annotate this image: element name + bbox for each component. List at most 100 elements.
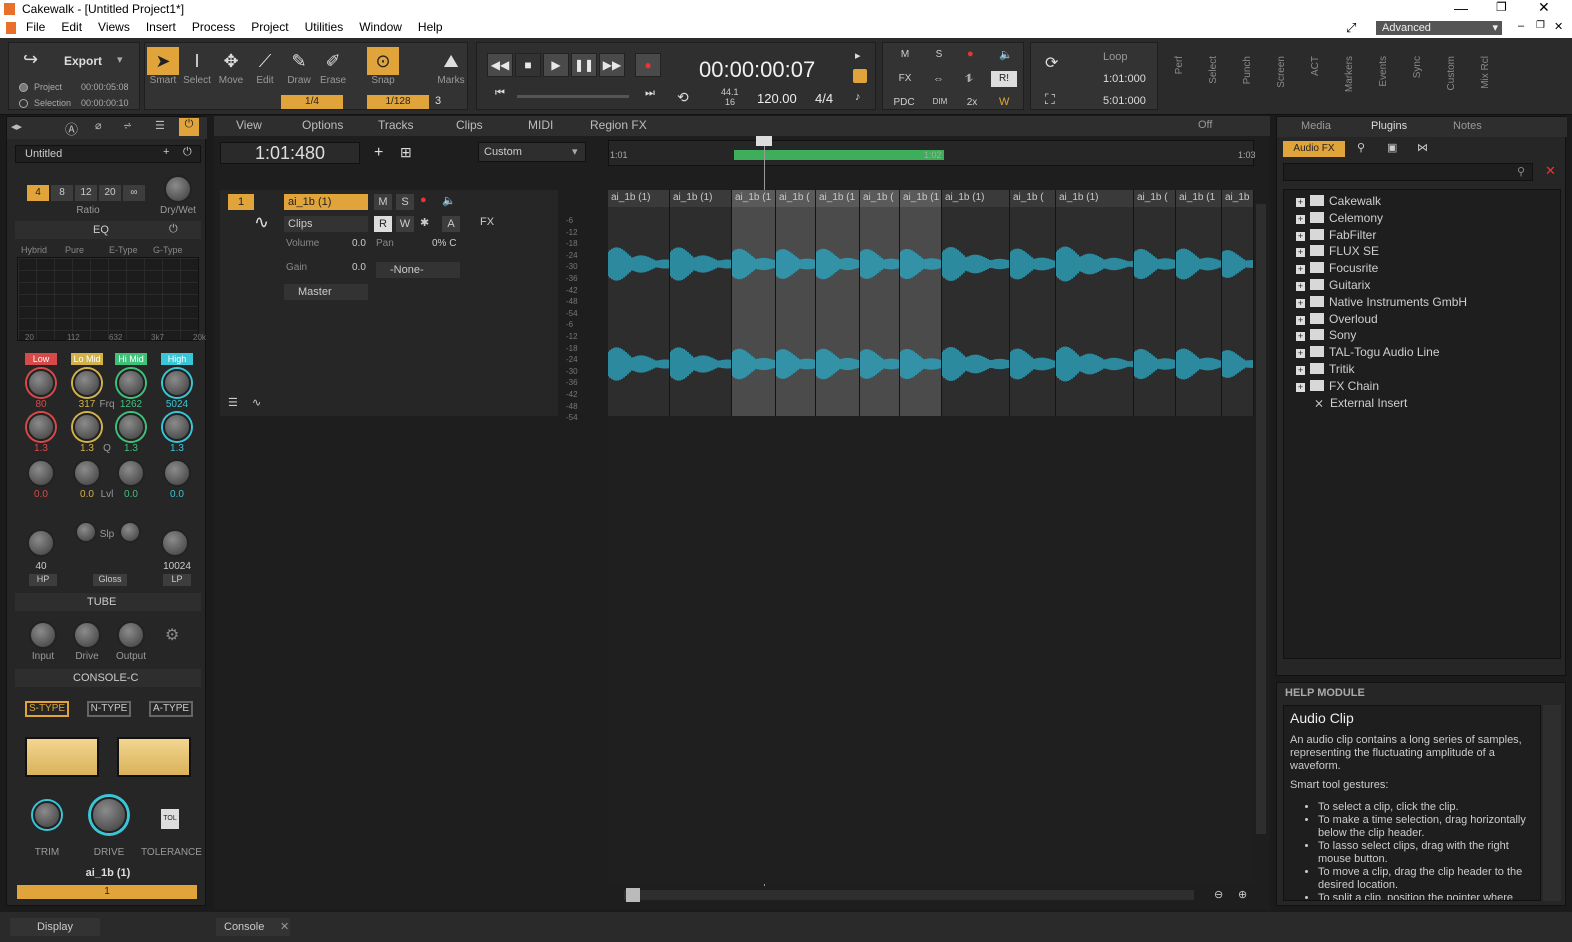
band-hi-mid[interactable]: Hi Mid <box>115 353 147 365</box>
go-start-icon[interactable]: ⏮ <box>495 87 505 100</box>
audio-clip[interactable]: ai_1b ( <box>1010 190 1056 416</box>
expand-icon[interactable]: + <box>1296 382 1305 392</box>
meter[interactable]: 4/4 <box>815 91 833 106</box>
track-name-field[interactable]: ai_1b (1) <box>284 194 368 210</box>
audio-clip[interactable]: ai_1b ( <box>776 190 816 416</box>
menu-edit[interactable]: Edit <box>53 18 90 34</box>
expand-icon[interactable]: + <box>1296 265 1305 275</box>
hp-knob[interactable] <box>27 529 55 557</box>
plugin-folder[interactable]: + Native Instruments GmbH <box>1296 295 1467 312</box>
tube-drive-knob[interactable] <box>73 621 101 649</box>
close-icon[interactable]: ✕ <box>1538 0 1550 16</box>
audio-clip[interactable]: ai_1b ( <box>1134 190 1176 416</box>
rewind-button[interactable]: ◀◀ <box>487 53 513 77</box>
eq-mode-g-type[interactable]: G-Type <box>153 245 183 255</box>
close-console-icon[interactable]: ✕ <box>280 920 289 933</box>
mute-all-button[interactable]: M <box>895 49 915 60</box>
zoom-in-icon[interactable]: ⊕ <box>1238 888 1247 901</box>
vtab-perf[interactable]: Perf <box>1166 42 1196 110</box>
menu-views[interactable]: Views <box>90 18 138 34</box>
track-arm-icon[interactable]: ● <box>420 194 427 206</box>
vertical-scrollbar[interactable] <box>1256 204 1266 834</box>
vtab-events[interactable]: Events <box>1370 42 1400 110</box>
loop-end[interactable]: 5:01:000 <box>1103 95 1146 107</box>
tempo[interactable]: 120.00 <box>757 91 797 106</box>
fast-forward-button[interactable]: ▶▶ <box>599 53 625 77</box>
search-input[interactable] <box>1283 163 1533 181</box>
plugin-folder[interactable]: + FabFilter <box>1296 228 1376 245</box>
audio-clip[interactable]: ai_1b ( <box>860 190 900 416</box>
tolerance-switch[interactable]: TOL <box>161 809 179 829</box>
tube-output-knob[interactable] <box>117 621 145 649</box>
tab-notes[interactable]: Notes <box>1453 120 1482 132</box>
off-label[interactable]: Off <box>1198 119 1212 131</box>
menu-process[interactable]: Process <box>184 18 243 34</box>
track-menu-tracks[interactable]: Tracks <box>378 118 414 134</box>
snap-number[interactable]: 3 <box>435 95 441 107</box>
edit-tool[interactable]: ⟋ Edit <box>249 47 281 86</box>
fx-bypass-button[interactable]: FX <box>895 73 915 84</box>
q-knob[interactable] <box>27 413 55 441</box>
clips-lower-area[interactable] <box>608 416 1254 884</box>
automation-icon[interactable]: ⥮ <box>965 73 973 86</box>
instruments-icon[interactable]: ⚲ <box>1357 141 1365 154</box>
band-high[interactable]: High <box>161 353 193 365</box>
dim-button[interactable]: DIM <box>927 97 953 106</box>
record-button[interactable]: ● <box>635 53 661 77</box>
plugin-folder[interactable]: + Overloud <box>1296 312 1378 329</box>
waveform-icon[interactable]: ⩫ <box>123 119 132 132</box>
metronome-small-icon[interactable]: ⌀ <box>95 119 102 132</box>
clips-pane[interactable]: ai_1b (1) ai_1b (1) ai_1b (1 ai_1b (ai_1b (… <box>608 190 1254 416</box>
lp-button[interactable]: LP <box>163 574 191 586</box>
track-fx-label[interactable]: FX <box>480 216 494 228</box>
vtab-punch[interactable]: Punch <box>1234 42 1264 110</box>
expand-icon[interactable]: + <box>1296 282 1305 291</box>
go-end-icon[interactable]: ⏭ <box>645 87 655 100</box>
help-scrollbar[interactable] <box>1543 705 1561 901</box>
power-icon[interactable]: ⏻ <box>179 118 199 136</box>
track-write-button[interactable]: W <box>396 216 414 232</box>
back-icon[interactable]: ◂▸ <box>11 120 22 133</box>
level-knob[interactable] <box>163 459 191 487</box>
track-menu-midi[interactable]: MIDI <box>528 118 553 134</box>
track-menu-view[interactable]: View <box>236 118 262 134</box>
expand-icon[interactable]: + <box>1296 332 1305 342</box>
track-menu-region-fx[interactable]: Region FX <box>590 118 647 134</box>
track-volume-value[interactable]: 0.0 <box>352 238 366 249</box>
select-tool[interactable]: I Select <box>181 47 213 86</box>
add-folder-icon[interactable]: ⊞ <box>400 144 412 161</box>
vtab-act[interactable]: ACT <box>1302 42 1332 110</box>
workspace-select[interactable]: Advanced ▾ <box>1376 21 1502 35</box>
expand-icon[interactable]: + <box>1296 349 1305 359</box>
display-tab[interactable]: Display <box>10 918 100 936</box>
audio-clip[interactable]: ai_1b (1) <box>608 190 670 416</box>
time-selection-bar[interactable] <box>734 150 944 160</box>
plugin-folder[interactable]: + Celemony <box>1296 211 1383 228</box>
power-icon[interactable]: ⏻ <box>169 223 178 236</box>
loop-start[interactable]: 1:01:000 <box>1103 73 1146 85</box>
play-button[interactable]: ▶ <box>543 53 569 77</box>
vtab-markers[interactable]: Markers <box>1336 42 1366 110</box>
clip-header[interactable]: ai_1b ( <box>860 190 899 207</box>
clip-header[interactable]: ai_1b (1 <box>816 190 859 207</box>
snap-resolution[interactable]: 1/128 <box>367 95 429 109</box>
audio-clip[interactable]: ai_1b <box>1222 190 1254 416</box>
clip-header[interactable]: ai_1b ( <box>1010 190 1055 207</box>
record-mode-icon[interactable] <box>853 69 867 83</box>
slope-low-knob[interactable] <box>75 521 97 543</box>
expand-icon[interactable]: + <box>1296 214 1305 224</box>
clip-header[interactable]: ai_1b (1) <box>670 190 731 207</box>
loop-icon[interactable]: ⟳ <box>1045 53 1058 73</box>
console-tab[interactable]: Console <box>216 918 290 936</box>
clip-header[interactable]: ai_1b (1 <box>732 190 775 207</box>
q-knob[interactable] <box>73 413 101 441</box>
stop-button[interactable]: ■ <box>515 53 541 77</box>
tab-media[interactable]: Media <box>1301 120 1331 132</box>
pause-button[interactable]: ❚❚ <box>571 53 597 77</box>
track-auto-icon[interactable]: ✱ <box>420 216 429 229</box>
audio-clip[interactable]: ai_1b (1) <box>670 190 732 416</box>
metronome-icon[interactable]: ♪ <box>855 91 861 103</box>
hp-button[interactable]: HP <box>29 574 57 586</box>
now-marker[interactable] <box>756 136 772 146</box>
expand-icon[interactable]: + <box>1296 315 1305 325</box>
